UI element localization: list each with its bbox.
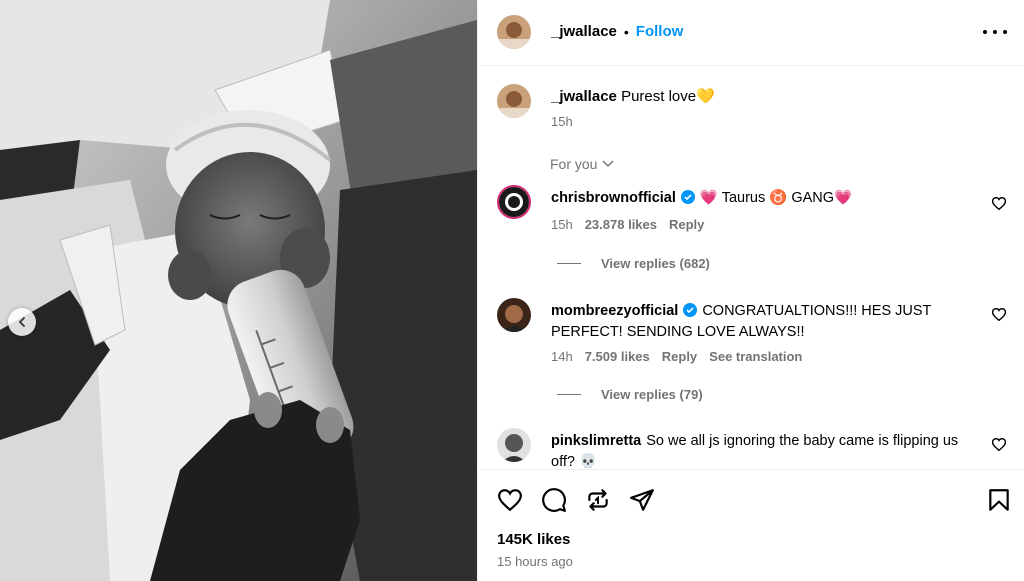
comment-time: 14h	[551, 349, 573, 364]
avatar-image	[497, 298, 531, 332]
author-username[interactable]: _jwallace	[551, 23, 617, 40]
avatar-image	[497, 428, 531, 462]
commenter-avatar[interactable]	[497, 298, 531, 332]
carousel-prev-button[interactable]	[8, 308, 36, 336]
comment-icon[interactable]	[541, 487, 567, 513]
more-dot	[983, 30, 987, 34]
comment-time: 15h	[551, 217, 573, 232]
reply-button[interactable]: Reply	[662, 349, 697, 364]
heart-icon[interactable]	[992, 197, 1006, 210]
heart-icon[interactable]	[497, 487, 523, 513]
replies-line	[557, 394, 581, 395]
reply-button[interactable]: Reply	[669, 217, 704, 232]
post-timestamp[interactable]: 15 hours ago	[497, 554, 573, 569]
verified-badge-icon	[680, 190, 695, 204]
comment-text-row: mombreezyofficial CONGRATUALTIONS!!! HES …	[551, 301, 981, 343]
caption-text: Purest love	[621, 88, 697, 105]
verified-badge-icon	[683, 303, 698, 317]
view-replies-label: View replies (79)	[601, 387, 703, 402]
see-translation-button[interactable]: See translation	[709, 349, 802, 364]
chevron-down-icon	[602, 160, 614, 168]
commenter-avatar[interactable]	[497, 185, 531, 219]
commenter-avatar[interactable]	[497, 428, 531, 462]
post-details-panel: _jwallace • Follow _jwallace Purest love…	[477, 0, 1024, 581]
commenter-username[interactable]: chrisbrownofficial	[551, 190, 676, 206]
header-row: _jwallace • Follow	[551, 23, 683, 40]
post-header: _jwallace • Follow	[478, 0, 1024, 66]
avatar-image	[497, 84, 531, 118]
comment-text: 💗 Taurus ♉️ GANG💗	[699, 190, 853, 206]
more-dot	[1003, 30, 1007, 34]
comment-text-row: pinkslimretta So we all js ignoring the b…	[551, 431, 981, 468]
chevron-left-icon	[18, 317, 25, 327]
comment-meta: 14h 7.509 likes Reply See translation	[551, 349, 802, 364]
view-replies-button[interactable]: View replies (682)	[557, 256, 710, 271]
avatar-image	[497, 15, 531, 49]
view-replies-button[interactable]: View replies (79)	[557, 387, 703, 402]
for-you-label: For you	[550, 156, 598, 172]
comment-meta: 15h 23.878 likes Reply	[551, 217, 704, 232]
caption-avatar[interactable]	[497, 84, 531, 118]
comments-list[interactable]: _jwallace Purest love💛 15h For you chris…	[478, 67, 1024, 468]
heart-icon[interactable]	[992, 308, 1006, 321]
comment-text-row: chrisbrownofficial 💗 Taurus ♉️ GANG💗	[551, 188, 981, 209]
caption-text-row: _jwallace Purest love💛	[551, 87, 715, 105]
post-photo[interactable]	[0, 0, 477, 581]
follow-button[interactable]: Follow	[636, 23, 684, 40]
repost-icon[interactable]	[585, 487, 611, 513]
commenter-username[interactable]: mombreezyofficial	[551, 303, 678, 319]
send-icon[interactable]	[629, 487, 655, 513]
post-photo-illustration	[0, 0, 477, 581]
avatar-image	[499, 187, 529, 217]
separator-dot: •	[623, 23, 629, 40]
likes-count[interactable]: 145K likes	[497, 531, 570, 548]
comment-likes[interactable]: 23.878 likes	[585, 217, 657, 232]
replies-line	[557, 263, 581, 264]
caption-time: 15h	[551, 114, 573, 129]
author-avatar[interactable]	[497, 15, 531, 49]
view-replies-label: View replies (682)	[601, 256, 710, 271]
heart-icon[interactable]	[992, 438, 1006, 451]
more-icon[interactable]	[983, 22, 1007, 42]
bookmark-icon[interactable]	[986, 487, 1012, 513]
more-dot	[993, 30, 997, 34]
comment-likes[interactable]: 7.509 likes	[585, 349, 650, 364]
post-actions: 145K likes 15 hours ago	[478, 469, 1024, 581]
caption-emoji: 💛	[696, 88, 715, 105]
caption-username[interactable]: _jwallace	[551, 88, 617, 105]
for-you-filter[interactable]: For you	[550, 156, 614, 172]
commenter-username[interactable]: pinkslimretta	[551, 433, 641, 449]
